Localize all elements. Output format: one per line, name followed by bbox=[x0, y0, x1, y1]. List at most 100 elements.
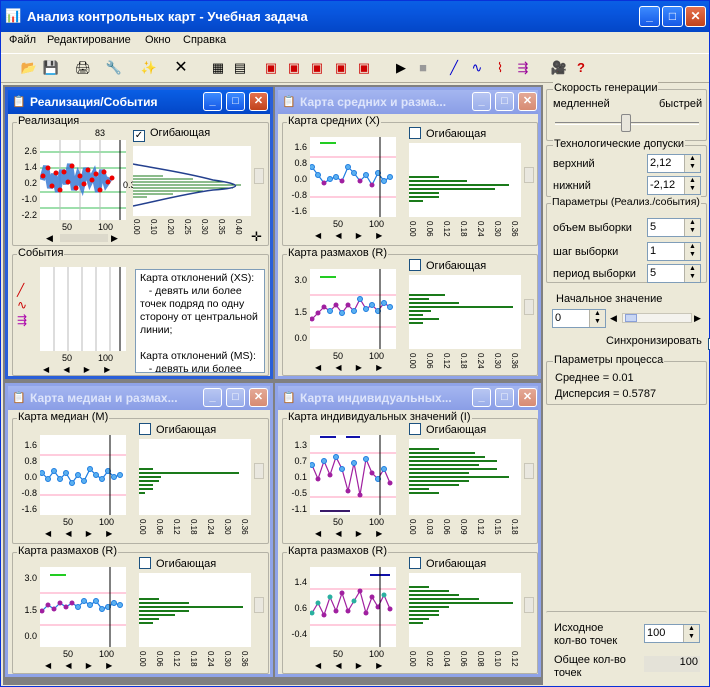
sync-checkbox[interactable]: Синхронизировать ✓ bbox=[606, 335, 710, 350]
tools-icon[interactable]: 🔧 bbox=[104, 58, 124, 78]
lower-spinner[interactable]: -2,12 ▲ ▼ bbox=[647, 176, 701, 195]
sample-step-spinner[interactable]: 1 ▲ ▼ bbox=[647, 242, 701, 261]
child-close-button[interactable]: ✕ bbox=[249, 92, 268, 111]
save-icon[interactable]: 💾 bbox=[41, 58, 61, 78]
child-maximize-button[interactable]: □ bbox=[495, 92, 514, 111]
init-right-icon[interactable]: ▶ bbox=[694, 313, 701, 324]
menu-file[interactable]: Файл bbox=[9, 34, 36, 46]
menu-window[interactable]: Окно bbox=[145, 34, 171, 46]
upper-spinner[interactable]: 2,12 ▲ ▼ bbox=[647, 154, 701, 173]
child-maximize-button[interactable]: □ bbox=[226, 388, 245, 407]
ranges-nav[interactable]: ◀ ◀ ▶ ▶ bbox=[315, 661, 388, 670]
red-doc-5-icon[interactable]: ▣ bbox=[354, 58, 374, 78]
histogram-vscroll[interactable] bbox=[253, 146, 265, 216]
checkbox-box[interactable]: ✓ bbox=[133, 130, 145, 142]
envelope-checkbox[interactable]: Огибающая bbox=[409, 127, 486, 140]
scroll-right-icon[interactable]: ▶ bbox=[111, 233, 118, 244]
menu-help[interactable]: Справка bbox=[183, 34, 226, 46]
envelope-checkbox[interactable]: Огибающая bbox=[139, 557, 216, 570]
maximize-button[interactable]: □ bbox=[662, 6, 683, 27]
red-doc-3-icon[interactable]: ▣ bbox=[307, 58, 327, 78]
red-doc-1-icon[interactable]: ▣ bbox=[261, 58, 281, 78]
red-doc-2-icon[interactable]: ▣ bbox=[284, 58, 304, 78]
spin-arrows-icon[interactable]: ▲ ▼ bbox=[684, 265, 700, 282]
individual-nav[interactable]: ◀ ◀ ▶ ▶ bbox=[315, 529, 388, 538]
histogram-vscroll[interactable] bbox=[523, 143, 535, 217]
init-left-icon[interactable]: ◀ bbox=[610, 313, 617, 324]
ranges-nav[interactable]: ◀ ◀ ▶ ▶ bbox=[315, 363, 388, 372]
envelope-checkbox[interactable]: ✓ Огибающая bbox=[133, 127, 210, 142]
sample-size-value[interactable]: 5 bbox=[650, 221, 656, 233]
wave-icon[interactable]: ∿ bbox=[467, 58, 487, 78]
init-scrollbar[interactable] bbox=[622, 313, 692, 323]
child-maximize-button[interactable]: □ bbox=[226, 92, 245, 111]
speed-slider-thumb[interactable] bbox=[621, 114, 631, 132]
sample-period-spinner[interactable]: 5 ▲ ▼ bbox=[647, 264, 701, 283]
histogram-vscroll[interactable] bbox=[253, 573, 265, 647]
sample-step-value[interactable]: 1 bbox=[650, 245, 656, 257]
medians-titlebar[interactable]: 📋 Карта медиан и размах... _ □ ✕ bbox=[8, 386, 270, 410]
count-value[interactable]: 100 bbox=[647, 627, 665, 639]
histogram-vscroll[interactable] bbox=[523, 275, 535, 349]
play-icon[interactable]: ▶ bbox=[391, 58, 411, 78]
realization-window[interactable]: 📋 Реализация/События _ □ ✕ Реализация 83 bbox=[5, 87, 273, 379]
scroll-left-icon[interactable]: ◀ bbox=[46, 233, 53, 244]
sample-size-spinner[interactable]: 5 ▲ ▼ bbox=[647, 218, 701, 237]
sample-period-value[interactable]: 5 bbox=[650, 267, 656, 279]
realization-titlebar[interactable]: 📋 Реализация/События _ □ ✕ bbox=[8, 90, 270, 114]
init-spinner[interactable]: 0 ▲ ▼ bbox=[552, 309, 606, 328]
envelope-checkbox[interactable]: Огибающая bbox=[139, 423, 216, 436]
line-icon[interactable]: ╱ bbox=[444, 58, 464, 78]
spin-arrows-icon[interactable]: ▲ ▼ bbox=[684, 219, 700, 236]
checkbox-box[interactable] bbox=[409, 259, 421, 271]
checkbox-box[interactable] bbox=[139, 557, 151, 569]
open-icon[interactable]: 📂 bbox=[19, 58, 39, 78]
envelope-checkbox[interactable]: Огибающая bbox=[409, 557, 486, 570]
individual-window[interactable]: 📋 Карта индивидуальных... _ □ ✕ Карта ин… bbox=[275, 383, 541, 677]
count-spinner[interactable]: 100 ▲ ▼ bbox=[644, 624, 700, 643]
step-icon[interactable]: ⌇ bbox=[490, 58, 510, 78]
spin-arrows-icon[interactable]: ▲ ▼ bbox=[684, 155, 700, 172]
envelope-checkbox[interactable]: Огибающая bbox=[409, 259, 486, 272]
child-close-button[interactable]: ✕ bbox=[518, 92, 537, 111]
upper-value[interactable]: 2,12 bbox=[650, 157, 671, 169]
checkbox-box[interactable] bbox=[409, 127, 421, 139]
table-icon[interactable]: ▦ bbox=[208, 58, 228, 78]
spin-arrows-icon[interactable]: ▲ ▼ bbox=[684, 177, 700, 194]
close-button[interactable]: ✕ bbox=[685, 6, 706, 27]
envelope-checkbox[interactable]: Огибающая bbox=[409, 423, 486, 436]
document-icon[interactable]: ▤ bbox=[230, 58, 250, 78]
child-minimize-button[interactable]: _ bbox=[203, 92, 222, 111]
delete-icon[interactable]: ✕ bbox=[171, 58, 191, 78]
child-close-button[interactable]: ✕ bbox=[249, 388, 268, 407]
spin-arrows-icon[interactable]: ▲ ▼ bbox=[589, 310, 605, 327]
hscroll[interactable] bbox=[60, 234, 108, 242]
print-icon[interactable]: 🖨 bbox=[73, 58, 93, 78]
medians-nav[interactable]: ◀ ◀ ▶ ▶ bbox=[45, 529, 118, 538]
child-minimize-button[interactable]: _ bbox=[472, 92, 491, 111]
checkbox-box[interactable] bbox=[409, 423, 421, 435]
child-minimize-button[interactable]: _ bbox=[472, 388, 491, 407]
individual-titlebar[interactable]: 📋 Карта индивидуальных... _ □ ✕ bbox=[278, 386, 538, 410]
events-description[interactable]: Карта отклонений (XS): - девять или боле… bbox=[135, 269, 265, 373]
minimize-button[interactable]: _ bbox=[639, 6, 660, 27]
lower-value[interactable]: -2,12 bbox=[650, 179, 675, 191]
spin-arrows-icon[interactable]: ▲ ▼ bbox=[683, 625, 699, 642]
events-nav[interactable]: ◀ ◀ ▶ ▶ bbox=[43, 365, 116, 374]
child-minimize-button[interactable]: _ bbox=[203, 388, 222, 407]
means-nav[interactable]: ◀ ◀ ▶ ▶ bbox=[315, 231, 388, 240]
help-icon[interactable]: ? bbox=[571, 58, 591, 78]
move-icon[interactable]: ✛ bbox=[251, 229, 262, 245]
stop-icon[interactable]: ■ bbox=[413, 58, 433, 78]
new-window-icon[interactable]: ✨ bbox=[139, 58, 159, 78]
means-ranges-window[interactable]: 📋 Карта средних и разма... _ □ ✕ Карта с… bbox=[275, 87, 541, 379]
histogram-vscroll[interactable] bbox=[523, 439, 535, 515]
mixed-icon[interactable]: ⇶ bbox=[513, 58, 533, 78]
checkbox-box[interactable] bbox=[409, 557, 421, 569]
checkbox-box[interactable] bbox=[139, 423, 151, 435]
title-bar[interactable]: 📊 Анализ контрольных карт - Учебная зада… bbox=[1, 1, 709, 32]
child-maximize-button[interactable]: □ bbox=[495, 388, 514, 407]
init-value[interactable]: 0 bbox=[555, 312, 561, 324]
histogram-vscroll[interactable] bbox=[523, 573, 535, 647]
medians-window[interactable]: 📋 Карта медиан и размах... _ □ ✕ Карта м… bbox=[5, 383, 273, 677]
